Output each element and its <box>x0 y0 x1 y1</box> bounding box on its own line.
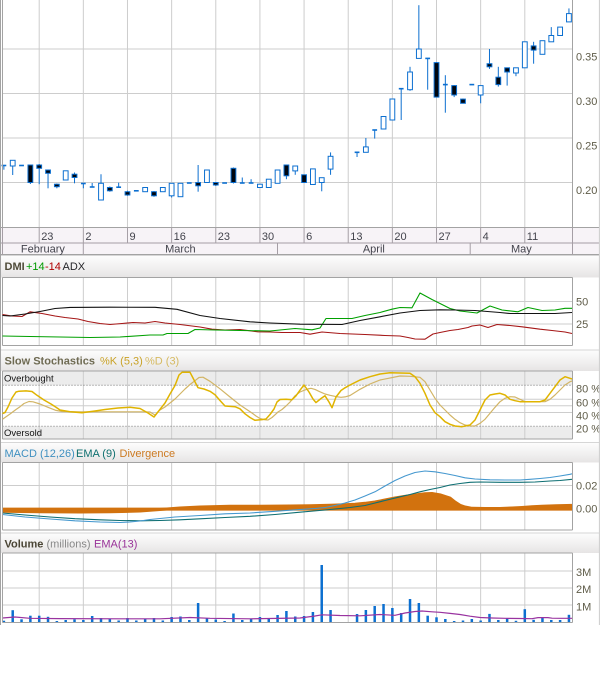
svg-text:2: 2 <box>85 231 91 243</box>
svg-text:Slow Stochastics: Slow Stochastics <box>5 356 95 368</box>
svg-text:%K (5,3): %K (5,3) <box>100 356 143 368</box>
svg-text:ADX: ADX <box>63 261 86 273</box>
svg-text:DMI: DMI <box>5 261 25 273</box>
svg-text:20 %: 20 % <box>576 424 600 436</box>
svg-text:0.20: 0.20 <box>576 185 597 197</box>
svg-text:25: 25 <box>576 319 588 331</box>
svg-text:0.30: 0.30 <box>576 96 597 108</box>
svg-text:+14: +14 <box>26 261 45 273</box>
svg-text:EMA(13): EMA(13) <box>94 539 137 551</box>
svg-text:20: 20 <box>394 231 406 243</box>
svg-text:Volume: Volume <box>5 539 44 551</box>
svg-text:Overbought: Overbought <box>4 374 54 385</box>
svg-text:-14: -14 <box>45 261 61 273</box>
svg-text:(millions): (millions) <box>47 539 91 551</box>
svg-text:40 %: 40 % <box>576 411 600 423</box>
svg-text:EMA (9): EMA (9) <box>76 448 116 460</box>
svg-text:9: 9 <box>129 231 135 243</box>
svg-text:2M: 2M <box>576 584 591 596</box>
svg-text:23: 23 <box>41 231 53 243</box>
svg-text:23: 23 <box>218 231 230 243</box>
svg-text:March: March <box>165 244 196 256</box>
svg-text:4: 4 <box>483 231 489 243</box>
svg-text:80 %: 80 % <box>576 384 600 396</box>
svg-text:27: 27 <box>439 231 451 243</box>
svg-text:16: 16 <box>174 231 186 243</box>
svg-text:1M: 1M <box>576 602 591 614</box>
svg-text:30: 30 <box>262 231 274 243</box>
svg-text:0.00: 0.00 <box>576 504 597 516</box>
svg-text:3M: 3M <box>576 567 591 579</box>
svg-text:February: February <box>21 244 66 256</box>
svg-text:0.02: 0.02 <box>576 481 597 493</box>
svg-text:Oversold: Oversold <box>4 428 42 439</box>
svg-text:13: 13 <box>350 231 362 243</box>
svg-text:0.25: 0.25 <box>576 141 597 153</box>
svg-text:50: 50 <box>576 297 588 309</box>
svg-text:11: 11 <box>527 231 538 243</box>
svg-text:0.35: 0.35 <box>576 52 597 64</box>
svg-text:MACD (12,26): MACD (12,26) <box>5 448 75 460</box>
svg-text:%D (3): %D (3) <box>145 356 179 368</box>
svg-text:Divergence: Divergence <box>120 448 176 460</box>
svg-text:60 %: 60 % <box>576 397 600 409</box>
svg-text:6: 6 <box>306 231 312 243</box>
svg-text:May: May <box>511 244 532 256</box>
svg-text:April: April <box>363 244 385 256</box>
